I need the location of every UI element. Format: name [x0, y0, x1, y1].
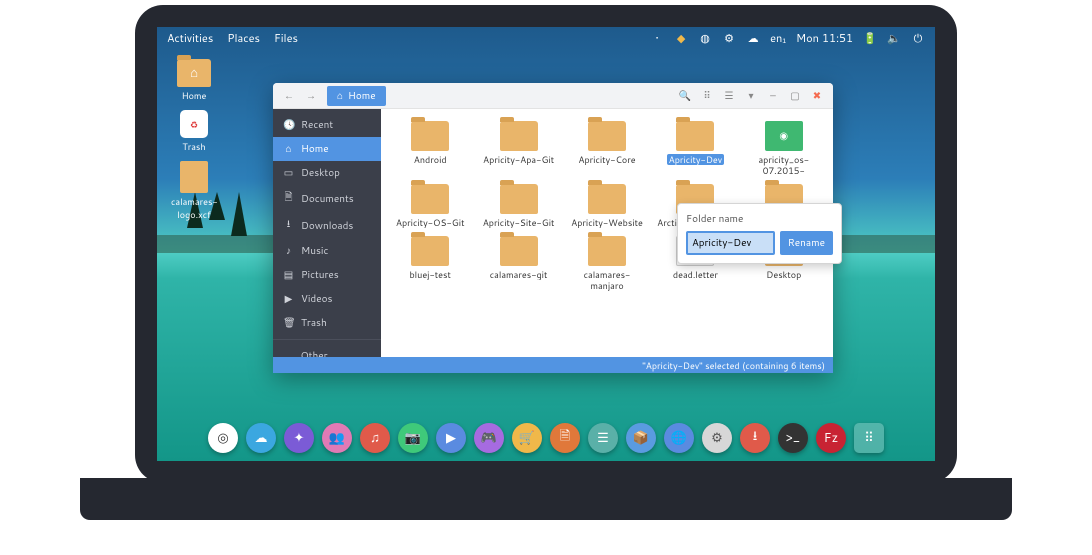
update-icon[interactable]: ◆: [674, 31, 688, 45]
dock-notes[interactable]: ☰: [588, 423, 618, 453]
sidebar-documents[interactable]: 🗎Documents: [273, 185, 381, 212]
file-apricity-os-07-2015-[interactable]: ◉apricity_os-07.2015-: [743, 119, 825, 178]
sidebar-pictures[interactable]: ▤Pictures: [273, 263, 381, 287]
back-button[interactable]: ←: [279, 87, 299, 105]
notification-icon[interactable]: ☁: [746, 31, 760, 45]
clock[interactable]: Mon 11:51: [796, 30, 853, 46]
dock-apps[interactable]: ⠿: [854, 423, 884, 453]
topbar-files[interactable]: Files: [274, 30, 298, 46]
sidebar-home[interactable]: ⌂Home: [273, 137, 381, 161]
rename-popover: Folder name Rename: [677, 203, 842, 264]
file-android[interactable]: Android: [389, 119, 471, 178]
maximize-button[interactable]: ▢: [785, 87, 805, 105]
file-apricity-website[interactable]: Apricity-Website: [566, 182, 648, 230]
rename-button[interactable]: Rename: [780, 231, 833, 255]
dock-update[interactable]: ⭳: [740, 423, 770, 453]
status-bar: "Apricity-Dev" selected (containing 6 it…: [273, 357, 833, 373]
dock-video[interactable]: ▶: [436, 423, 466, 453]
desktop-screen: Activities Places Files • ◆ ◍ ⚙ ☁ en₁ Mon …: [157, 27, 935, 461]
file-apricity-dev[interactable]: Apricity-Dev: [654, 119, 736, 178]
network-icon[interactable]: ◍: [698, 31, 712, 45]
dock-browser[interactable]: 🌐: [664, 423, 694, 453]
dock-contacts[interactable]: 👥: [322, 423, 352, 453]
dock-gaming[interactable]: 🎮: [474, 423, 504, 453]
dock-packages[interactable]: 📦: [626, 423, 656, 453]
keyboard-indicator[interactable]: en₁: [770, 30, 786, 46]
top-panel: Activities Places Files • ◆ ◍ ⚙ ☁ en₁ Mon …: [157, 27, 935, 49]
power-icon[interactable]: ⏻: [911, 31, 925, 45]
rename-input[interactable]: [686, 231, 775, 255]
battery-icon[interactable]: 🔋: [863, 31, 877, 45]
view-grid-button[interactable]: ⠿: [697, 87, 717, 105]
sidebar-music[interactable]: ♪Music: [273, 239, 381, 263]
dock-weather[interactable]: ☁: [246, 423, 276, 453]
file-apricity-os-git[interactable]: Apricity-OS-Git: [389, 182, 471, 230]
dock-chrome[interactable]: ◎: [208, 423, 238, 453]
desktop-trash[interactable]: ♻Trash: [171, 110, 217, 153]
sidebar-desktop[interactable]: ▭Desktop: [273, 161, 381, 185]
topbar-places[interactable]: Places: [227, 30, 260, 46]
home-icon: ⌂: [337, 89, 343, 103]
file-calamares-manjaro[interactable]: calamares-manjaro: [566, 234, 648, 293]
topbar-activities[interactable]: Activities: [167, 30, 213, 46]
dock-filezilla[interactable]: Fz: [816, 423, 846, 453]
sidebar-videos[interactable]: ▶Videos: [273, 287, 381, 311]
file-apricity-core[interactable]: Apricity-Core: [566, 119, 648, 178]
sidebar-recent[interactable]: 🕓Recent: [273, 113, 381, 137]
pathbar-home[interactable]: ⌂ Home: [327, 86, 386, 106]
view-list-button[interactable]: ☰: [719, 87, 739, 105]
desktop-home[interactable]: ⌂Home: [171, 59, 217, 102]
sidebar-downloads[interactable]: ⭳Downloads: [273, 212, 381, 239]
dock: ◎ ☁ ✦ 👥 ♫ 📷 ▶ 🎮 🛒 🗎 ☰ 📦 🌐 ⚙ ⭳ >_ Fz ⠿: [208, 423, 884, 453]
volume-icon[interactable]: 🔈: [887, 31, 901, 45]
close-button[interactable]: ✖: [807, 87, 827, 105]
minimize-button[interactable]: –: [763, 87, 783, 105]
forward-button[interactable]: →: [301, 87, 321, 105]
places-sidebar: 🕓Recent⌂Home▭Desktop🗎Documents⭳Downloads…: [273, 109, 381, 357]
dot-icon: •: [650, 31, 664, 45]
file-apricity-apa-git[interactable]: Apricity-Apa-Git: [477, 119, 559, 178]
file-calamares-git[interactable]: calamares-git: [477, 234, 559, 293]
view-options-button[interactable]: ▾: [741, 87, 761, 105]
search-button[interactable]: 🔍: [675, 87, 695, 105]
sidebar-trash[interactable]: 🗑Trash: [273, 311, 381, 335]
settings-icon[interactable]: ⚙: [722, 31, 736, 45]
desktop-calamares-logo[interactable]: calamares-logo.xcf: [171, 161, 217, 221]
dock-terminal[interactable]: >_: [778, 423, 808, 453]
sidebar-other-locations[interactable]: +Other Locations: [273, 344, 381, 357]
file-bluej-test[interactable]: bluej-test: [389, 234, 471, 293]
popover-label: Folder name: [686, 212, 833, 226]
dock-photos[interactable]: ✦: [284, 423, 314, 453]
dock-music[interactable]: ♫: [360, 423, 390, 453]
dock-docs[interactable]: 🗎: [550, 423, 580, 453]
dock-camera[interactable]: 📷: [398, 423, 428, 453]
dock-settings[interactable]: ⚙: [702, 423, 732, 453]
window-titlebar[interactable]: ← → ⌂ Home 🔍 ⠿ ☰ ▾ – ▢ ✖: [273, 83, 833, 109]
dock-store[interactable]: 🛒: [512, 423, 542, 453]
file-apricity-site-git[interactable]: Apricity-Site-Git: [477, 182, 559, 230]
